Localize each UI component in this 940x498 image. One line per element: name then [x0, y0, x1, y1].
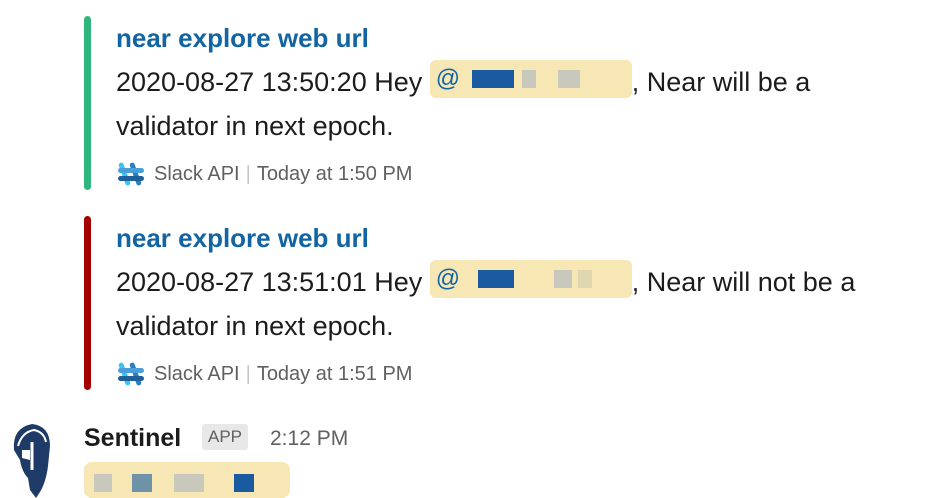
attachment-color-bar — [84, 16, 91, 190]
attachment-source: Slack API — [154, 162, 240, 185]
mention-symbol: @ — [435, 265, 461, 292]
attachment-timestamp[interactable]: Today at 1:51 PM — [257, 363, 413, 386]
redacted-block — [132, 474, 152, 492]
redacted-block — [477, 270, 514, 288]
message-sender-name[interactable]: Sentinel — [84, 422, 181, 454]
attachment-text-suffix: , Near will be a — [631, 67, 811, 97]
footer-separator: | — [245, 362, 251, 385]
attachment-text-prefix: 2020-08-27 13:50:20 Hey — [116, 67, 430, 97]
attachment-text: 2020-08-27 13:50:20 Hey @ , Near will be … — [116, 60, 934, 148]
attachment-text: 2020-08-27 13:51:01 Hey @ , Near will not… — [116, 260, 934, 348]
attachment-text-line2: validator in next epoch. — [116, 311, 394, 341]
spartan-helmet-icon[interactable] — [8, 420, 54, 498]
attachment-text-prefix: 2020-08-27 13:51:01 Hey — [116, 267, 430, 297]
attachment-color-bar — [84, 216, 91, 390]
redacted-block — [521, 70, 536, 88]
attachment-2: near explore web url 2020-08-27 13:51:01… — [84, 216, 934, 390]
user-mention[interactable]: @ — [429, 60, 632, 98]
attachment-text-suffix: , Near will not be a — [631, 267, 856, 297]
app-badge: APP — [202, 424, 249, 450]
redacted-block — [94, 474, 112, 492]
user-mention[interactable]: @ — [429, 260, 632, 298]
attachment-1: near explore web url 2020-08-27 13:50:20… — [84, 16, 934, 190]
redacted-block — [471, 70, 514, 88]
slack-api-icon — [118, 162, 144, 186]
slack-api-icon — [118, 362, 144, 386]
redacted-block — [174, 474, 204, 492]
message-body-redacted — [84, 462, 290, 498]
footer-separator: | — [245, 162, 251, 185]
attachment-title-link[interactable]: near explore web url — [116, 216, 934, 260]
redacted-block — [234, 474, 254, 492]
message-timestamp[interactable]: 2:12 PM — [270, 424, 348, 454]
redacted-block — [577, 270, 592, 288]
attachment-title-link[interactable]: near explore web url — [116, 16, 934, 60]
attachment-source: Slack API — [154, 362, 240, 385]
redacted-block — [553, 270, 572, 288]
attachment-footer: Slack API | Today at 1:50 PM — [116, 152, 934, 196]
attachment-text-line2: validator in next epoch. — [116, 111, 394, 141]
attachment-footer: Slack API | Today at 1:51 PM — [116, 352, 934, 396]
mention-symbol: @ — [435, 65, 461, 92]
attachment-timestamp[interactable]: Today at 1:50 PM — [257, 163, 413, 186]
redacted-block — [557, 70, 580, 88]
